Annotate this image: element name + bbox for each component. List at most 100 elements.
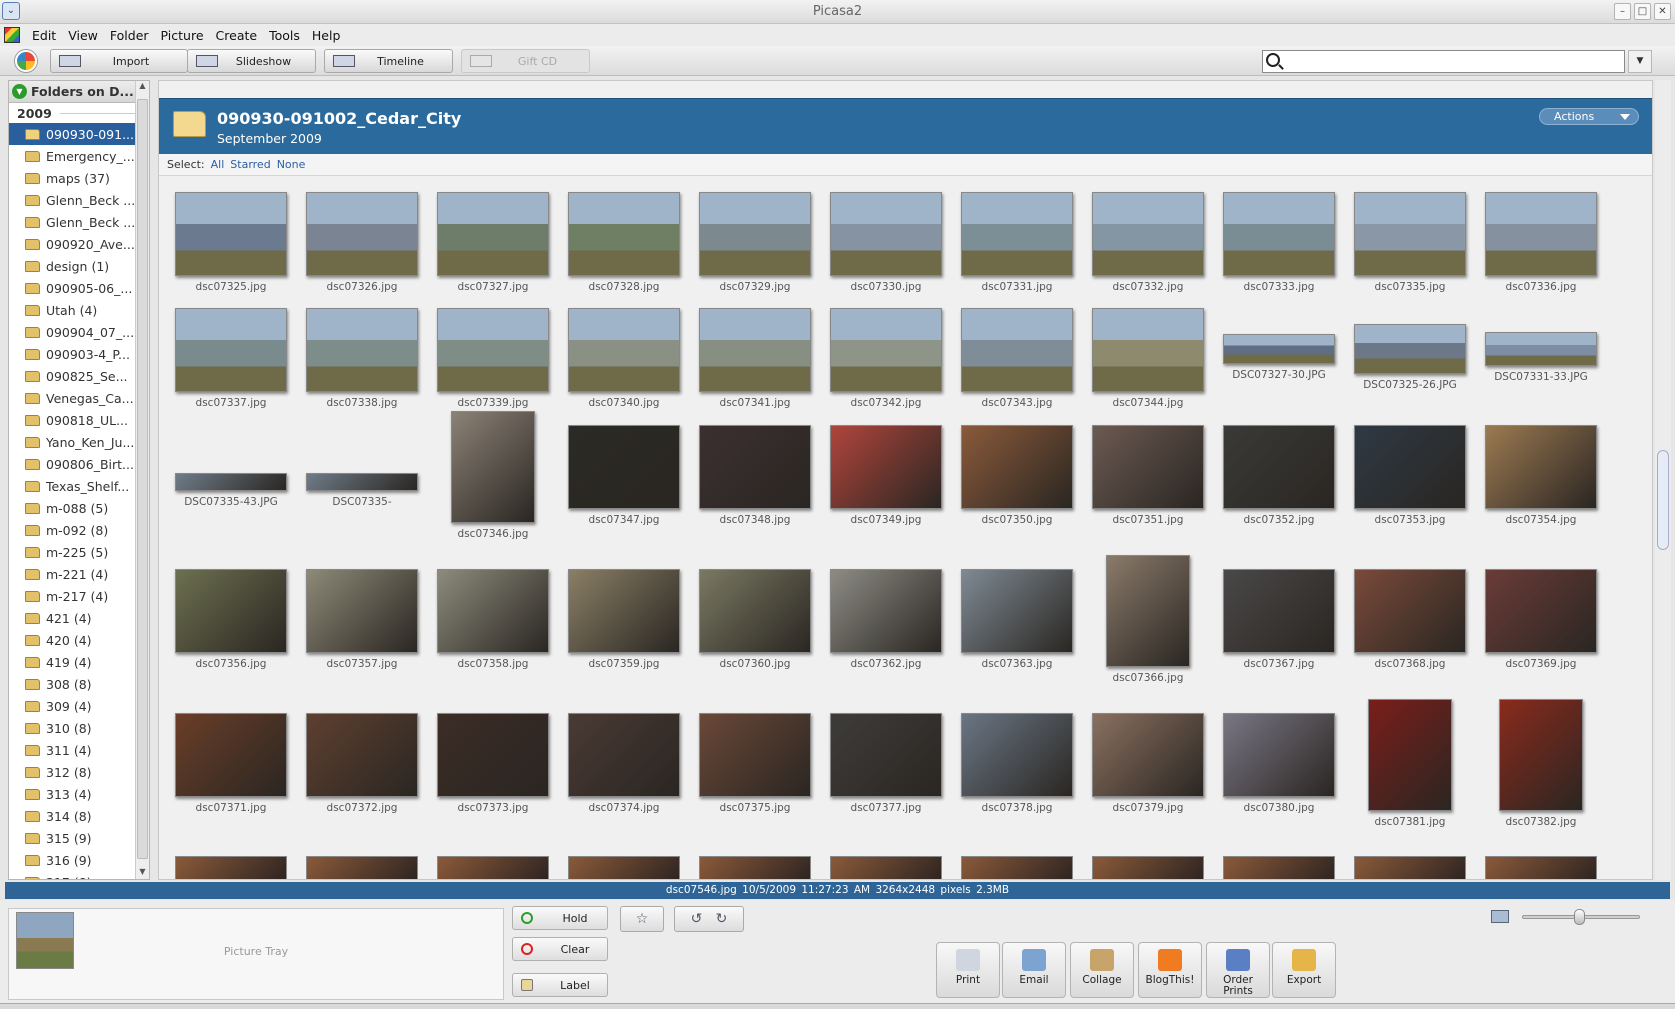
photo-thumbnail[interactable]: dsc07380.jpg: [1220, 713, 1338, 814]
photo-thumbnail[interactable]: dsc07379.jpg: [1089, 713, 1207, 814]
search-input[interactable]: [1262, 50, 1625, 73]
menu-tools[interactable]: Tools: [263, 28, 306, 43]
photo-image[interactable]: [961, 569, 1073, 653]
photo-thumbnail-partial[interactable]: [568, 856, 680, 879]
maximize-button[interactable]: □: [1634, 3, 1651, 20]
blogthis-button[interactable]: BlogThis!: [1138, 942, 1202, 998]
photo-thumbnail[interactable]: dsc07373.jpg: [434, 713, 552, 814]
photo-thumbnail-partial[interactable]: [699, 856, 811, 879]
photo-thumbnail[interactable]: dsc07350.jpg: [958, 425, 1076, 526]
slideshow-button[interactable]: Slideshow: [187, 49, 316, 73]
photo-thumbnail[interactable]: dsc07369.jpg: [1482, 569, 1600, 670]
folder-list-item[interactable]: Glenn_Beck ...: [9, 211, 149, 233]
photo-thumbnail[interactable]: dsc07340.jpg: [565, 308, 683, 409]
photo-image[interactable]: [1354, 192, 1466, 276]
photo-thumbnail-partial[interactable]: [830, 856, 942, 879]
photo-thumbnail[interactable]: dsc07349.jpg: [827, 425, 945, 526]
photo-thumbnail[interactable]: dsc07381.jpg: [1351, 699, 1469, 828]
photo-thumbnail-partial[interactable]: [175, 856, 287, 879]
photo-image[interactable]: [568, 713, 680, 797]
picasa-logo-icon[interactable]: [15, 50, 37, 72]
folder-list-item[interactable]: 419 (4): [9, 651, 149, 673]
photo-thumbnail[interactable]: dsc07378.jpg: [958, 713, 1076, 814]
scrollbar-thumb[interactable]: [1657, 450, 1669, 550]
folder-list-item[interactable]: maps (37): [9, 167, 149, 189]
photo-image[interactable]: [175, 308, 287, 392]
collage-button[interactable]: Collage: [1070, 942, 1134, 998]
photo-thumbnail[interactable]: DSC07331-33.JPG: [1482, 332, 1600, 383]
photo-image[interactable]: [699, 192, 811, 276]
close-button[interactable]: ✕: [1654, 3, 1671, 20]
folder-list-item[interactable]: Glenn_Beck ...: [9, 189, 149, 211]
photo-image[interactable]: [306, 192, 418, 276]
photo-thumbnail[interactable]: dsc07344.jpg: [1089, 308, 1207, 409]
photo-thumbnail[interactable]: dsc07360.jpg: [696, 569, 814, 670]
photo-image[interactable]: [437, 713, 549, 797]
photo-thumbnail-partial[interactable]: [1223, 856, 1335, 879]
timeline-button[interactable]: Timeline: [324, 49, 453, 73]
photo-image[interactable]: [306, 713, 418, 797]
photo-image[interactable]: [1485, 192, 1597, 276]
folder-list-item[interactable]: 310 (8): [9, 717, 149, 739]
tray-thumbnail[interactable]: [16, 912, 74, 969]
photo-image[interactable]: [830, 569, 942, 653]
folder-list-item[interactable]: 090903-4_P...: [9, 343, 149, 365]
photo-thumbnail[interactable]: dsc07368.jpg: [1351, 569, 1469, 670]
folder-list-item[interactable]: 090818_UL...: [9, 409, 149, 431]
photo-thumbnail[interactable]: dsc07377.jpg: [827, 713, 945, 814]
menu-folder[interactable]: Folder: [104, 28, 155, 43]
folder-list-item[interactable]: 090825_Se...: [9, 365, 149, 387]
photo-image[interactable]: [437, 308, 549, 392]
folder-list-item[interactable]: 312 (8): [9, 761, 149, 783]
photo-thumbnail-partial[interactable]: [437, 856, 549, 879]
photo-thumbnail[interactable]: dsc07348.jpg: [696, 425, 814, 526]
import-button[interactable]: Import: [50, 49, 188, 73]
photo-thumbnail[interactable]: dsc07351.jpg: [1089, 425, 1207, 526]
select-all-link[interactable]: All: [211, 158, 225, 171]
photo-thumbnail[interactable]: dsc07343.jpg: [958, 308, 1076, 409]
photo-image[interactable]: [830, 713, 942, 797]
photo-thumbnail[interactable]: dsc07330.jpg: [827, 192, 945, 293]
photo-image[interactable]: [568, 192, 680, 276]
folder-list-header[interactable]: ▼ Folders on D...: [9, 81, 149, 103]
photo-thumbnail[interactable]: dsc07356.jpg: [172, 569, 290, 670]
picture-tray[interactable]: Picture Tray: [8, 908, 504, 1000]
photo-thumbnail[interactable]: dsc07359.jpg: [565, 569, 683, 670]
photo-image[interactable]: [306, 308, 418, 392]
folder-list-item[interactable]: 420 (4): [9, 629, 149, 651]
photo-thumbnail[interactable]: dsc07374.jpg: [565, 713, 683, 814]
folder-list-item[interactable]: 421 (4): [9, 607, 149, 629]
menu-help[interactable]: Help: [306, 28, 347, 43]
photo-thumbnail[interactable]: DSC07335-: [303, 473, 421, 508]
photo-image[interactable]: [568, 308, 680, 392]
photo-thumbnail[interactable]: dsc07353.jpg: [1351, 425, 1469, 526]
photo-image[interactable]: [437, 569, 549, 653]
photo-image[interactable]: [1354, 324, 1466, 374]
slider-handle[interactable]: [1574, 909, 1585, 925]
photo-image[interactable]: [699, 713, 811, 797]
folder-list-item[interactable]: m-217 (4): [9, 585, 149, 607]
folder-list-item[interactable]: Texas_Shelf...: [9, 475, 149, 497]
photo-thumbnail[interactable]: dsc07363.jpg: [958, 569, 1076, 670]
photo-image[interactable]: [1368, 699, 1452, 811]
photo-thumbnail[interactable]: dsc07339.jpg: [434, 308, 552, 409]
folder-list-item[interactable]: 090806_Birt...: [9, 453, 149, 475]
photo-image[interactable]: [1223, 334, 1335, 364]
photo-image[interactable]: [568, 569, 680, 653]
menu-create[interactable]: Create: [210, 28, 264, 43]
photo-image[interactable]: [1092, 192, 1204, 276]
photo-thumbnail[interactable]: dsc07357.jpg: [303, 569, 421, 670]
rotate-left-icon[interactable]: ↺: [691, 911, 703, 927]
photo-image[interactable]: [1485, 569, 1597, 653]
photo-thumbnail[interactable]: dsc07325.jpg: [172, 192, 290, 293]
photo-image[interactable]: [699, 308, 811, 392]
select-none-link[interactable]: None: [277, 158, 306, 171]
photo-view-scrollbar[interactable]: [1655, 80, 1671, 880]
folder-list-item[interactable]: Emergency_...: [9, 145, 149, 167]
photo-thumbnail-partial[interactable]: [306, 856, 418, 879]
photo-image[interactable]: [830, 308, 942, 392]
photo-image[interactable]: [699, 569, 811, 653]
photo-image[interactable]: [830, 425, 942, 509]
photo-thumbnail[interactable]: DSC07327-30.JPG: [1220, 334, 1338, 381]
photo-image[interactable]: [306, 569, 418, 653]
